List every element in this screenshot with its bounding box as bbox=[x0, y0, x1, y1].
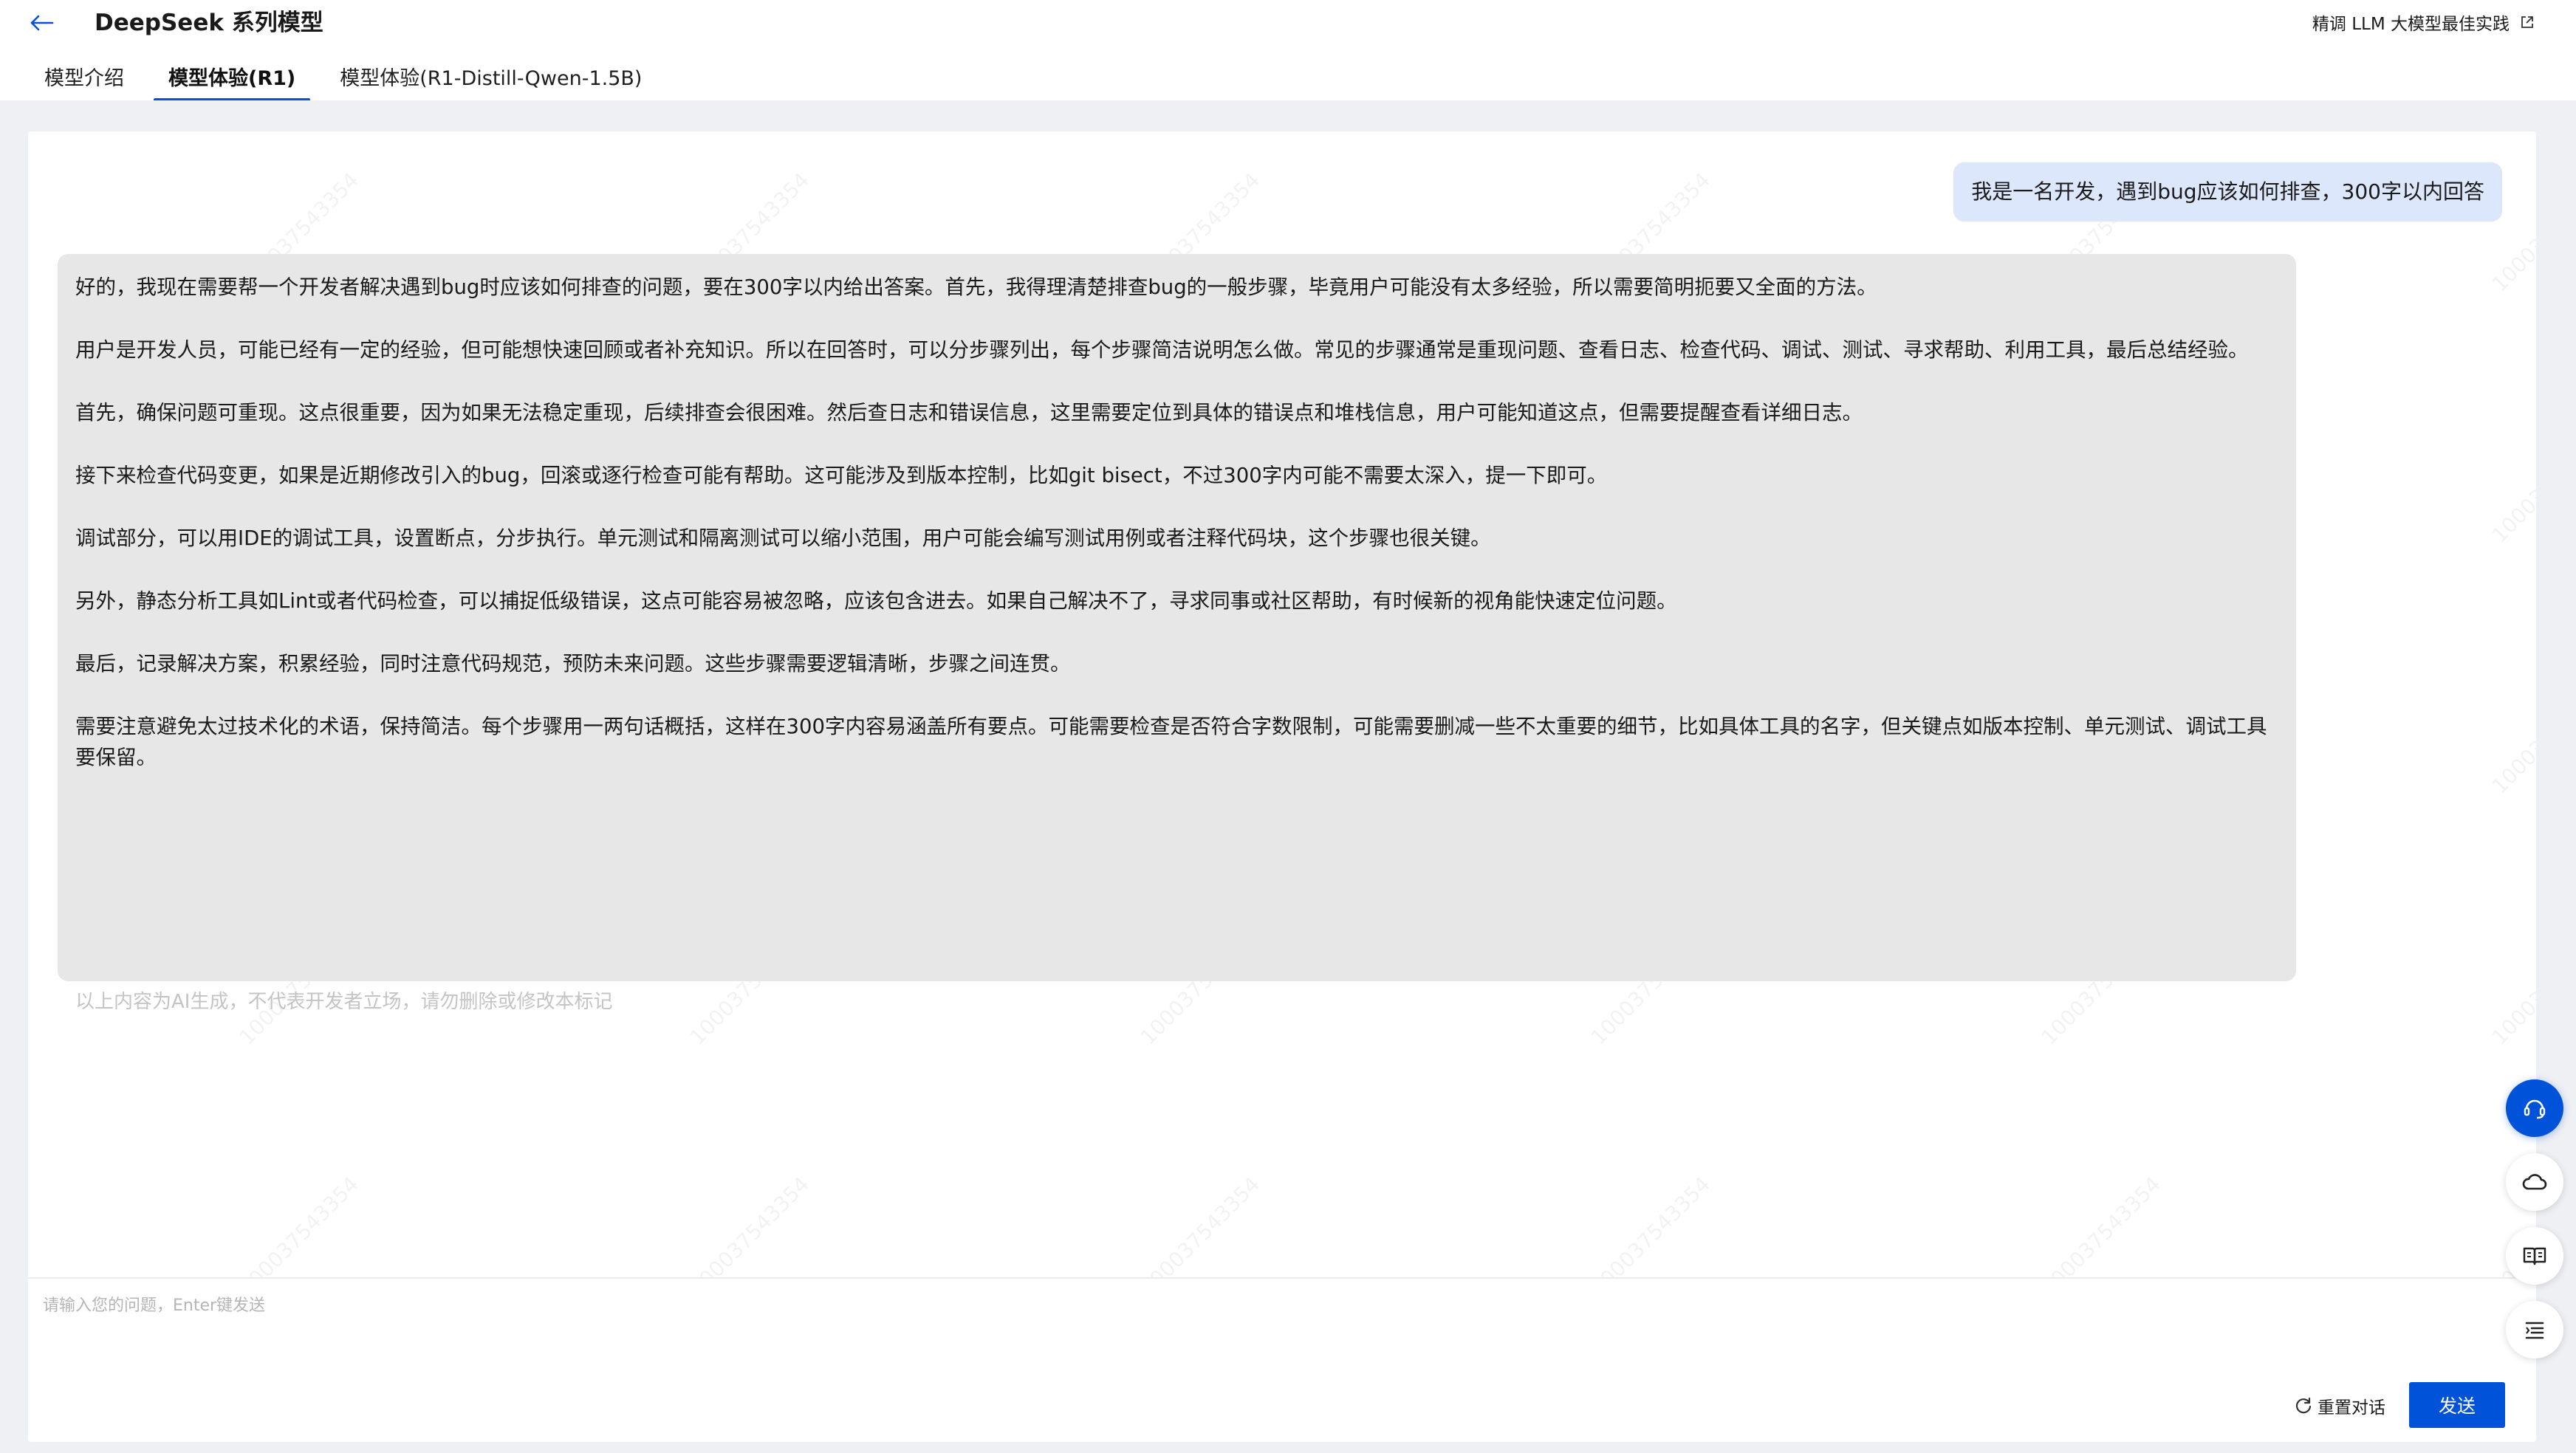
tab-model-experience-distill[interactable]: 模型体验(R1-Distill-Qwen-1.5B) bbox=[325, 59, 657, 102]
ai-paragraph: 用户是开发人员，可能已经有一定的经验，但可能想快速回顾或者补充知识。所以在回答时… bbox=[75, 338, 2249, 362]
refresh-icon bbox=[2295, 1397, 2312, 1414]
ai-generated-notice: 以上内容为AI生成，不代表开发者立场，请勿删除或修改本标记 bbox=[75, 991, 613, 1013]
reset-conversation-button[interactable]: 重置对话 bbox=[2294, 1390, 2385, 1422]
customer-service-button[interactable] bbox=[2506, 1079, 2563, 1137]
cloud-icon bbox=[2522, 1174, 2547, 1190]
question-input[interactable] bbox=[43, 1291, 2185, 1320]
watermark-text: 100037543354 bbox=[2487, 670, 2536, 799]
user-message-bubble: 我是一名开发，遇到bug应该如何排查，300字以内回答 bbox=[1953, 162, 2502, 221]
ai-paragraph: 好的，我现在需要帮一个开发者解决遇到bug时应该如何排查的问题，要在300字以内… bbox=[75, 275, 1877, 299]
page-title: DeepSeek 系列模型 bbox=[95, 10, 323, 36]
reset-conversation-label: 重置对话 bbox=[2318, 1398, 2385, 1418]
watermark-text: 100037543354 bbox=[2487, 921, 2536, 1050]
tab-model-experience-r1[interactable]: 模型体验(R1) bbox=[154, 59, 311, 102]
send-button[interactable]: 发送 bbox=[2409, 1382, 2505, 1428]
tab-bar: 模型介绍 模型体验(R1) 模型体验(R1-Distill-Qwen-1.5B) bbox=[30, 59, 671, 102]
header: DeepSeek 系列模型 精调 LLM 大模型最佳实践 模型介绍 模型体验(R… bbox=[0, 0, 2576, 102]
ai-response-bubble: 好的，我现在需要帮一个开发者解决遇到bug时应该如何排查的问题，要在300字以内… bbox=[58, 254, 2296, 981]
input-area: 重置对话 发送 bbox=[28, 1277, 2536, 1442]
docs-button[interactable] bbox=[2506, 1227, 2563, 1285]
external-link-icon bbox=[2521, 16, 2533, 28]
book-icon bbox=[2523, 1247, 2546, 1265]
back-button[interactable] bbox=[22, 6, 61, 40]
ai-paragraph: 另外，静态分析工具如Lint或者代码检查，可以捕捉低级错误，这点可能容易被忽略，… bbox=[75, 589, 1677, 613]
ai-paragraph: 首先，确保问题可重现。这点很重要，因为如果无法稳定重现，后续排查会很困难。然后查… bbox=[75, 401, 1863, 425]
ai-paragraph: 调试部分，可以用IDE的调试工具，设置断点，分步执行。单元测试和隔离测试可以缩小… bbox=[75, 526, 1491, 550]
cloud-button[interactable] bbox=[2506, 1153, 2563, 1211]
ai-paragraph: 最后，记录解决方案，积累经验，同时注意代码规范，预防未来问题。这些步骤需要逻辑清… bbox=[75, 652, 1071, 676]
floating-toolbar bbox=[2505, 1079, 2564, 1358]
best-practice-link-label: 精调 LLM 大模型最佳实践 bbox=[2312, 15, 2510, 34]
tab-model-intro[interactable]: 模型介绍 bbox=[30, 59, 139, 102]
list-icon bbox=[2525, 1322, 2544, 1339]
ai-paragraph: 需要注意避免太过技术化的术语，保持简洁。每个步骤用一两句话概括，这样在300字内… bbox=[75, 715, 2267, 769]
ai-paragraph: 接下来检查代码变更，如果是近期修改引入的bug，回滚或逐行检查可能有帮助。这可能… bbox=[75, 464, 1608, 487]
arrow-left-icon bbox=[30, 15, 54, 31]
watermark-text: 100037543354 bbox=[2487, 419, 2536, 548]
best-practice-link[interactable]: 精调 LLM 大模型最佳实践 bbox=[2312, 6, 2535, 38]
menu-button[interactable] bbox=[2506, 1301, 2563, 1358]
customer-service-icon bbox=[2524, 1099, 2546, 1119]
chat-panel: 100037543354 100037543354 100037543354 1000… bbox=[28, 131, 2536, 1442]
